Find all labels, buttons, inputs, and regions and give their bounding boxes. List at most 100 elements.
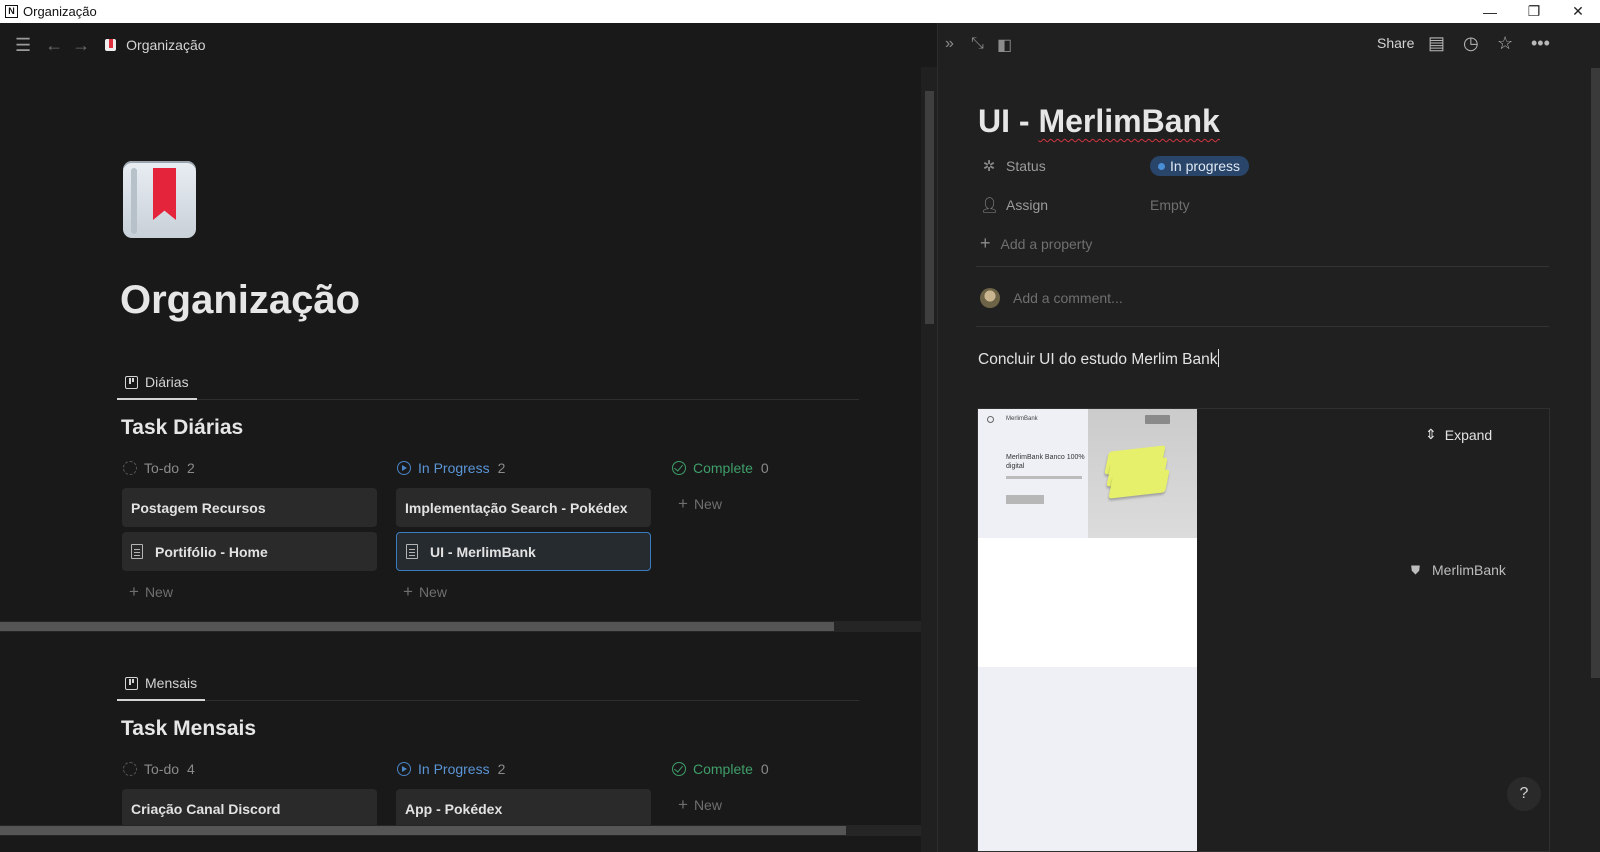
plus-icon: + (678, 795, 688, 814)
preview-login-button (1145, 415, 1170, 424)
plus-icon: + (678, 494, 688, 513)
column-label: To-do (144, 460, 180, 476)
doc-title[interactable]: UI - MerlimBank (978, 103, 1220, 140)
forward-arrow-icon[interactable]: → (72, 35, 90, 56)
column-count: 0 (760, 460, 769, 476)
new-label: New (693, 496, 722, 512)
expand-label: Expand (1444, 426, 1493, 443)
new-label: New (418, 584, 447, 600)
avatar (980, 288, 1000, 308)
doc-title-prefix: UI - (978, 103, 1039, 139)
page-doc-icon (131, 544, 143, 559)
open-full-page-icon[interactable]: ⤡ (971, 35, 984, 53)
board-horizontal-scrollbar[interactable] (0, 621, 921, 632)
column-header-complete: Complete 0 (672, 761, 769, 777)
main-page-pane: ☰ ← → Organização Organização Diárias Ta… (0, 23, 937, 852)
help-button[interactable]: ? (1507, 777, 1541, 811)
book-spine (131, 168, 137, 234)
tab-label: Mensais (145, 675, 198, 691)
tab-mensais[interactable]: Mensais (117, 667, 206, 701)
person-icon: 👤︎ (980, 197, 1000, 214)
page-emoji-icon[interactable] (123, 161, 196, 238)
expand-button[interactable]: ⇕ Expand (1425, 426, 1492, 443)
column-count: 0 (760, 761, 769, 777)
page-doc-icon (406, 544, 418, 559)
status-dot-icon (1158, 162, 1165, 170)
favorite-star-icon[interactable]: ☆ (1497, 33, 1513, 54)
preview-cards-illustration (1104, 445, 1170, 499)
scrollbar-thumb[interactable] (0, 826, 846, 835)
minimize-button[interactable]: — (1468, 0, 1512, 23)
tab-diarias[interactable]: Diárias (117, 366, 197, 400)
page-topbar: ☰ ← → Organização (0, 23, 937, 67)
new-card-button-in-progress[interactable]: + New (403, 582, 447, 602)
embed-block[interactable]: MerlimBank MerlimBank Banco 100% digital… (977, 408, 1550, 852)
comment-input[interactable]: Add a comment... (980, 288, 1123, 308)
assign-value[interactable]: Empty (1150, 197, 1190, 213)
history-clock-icon[interactable]: ◷ (1463, 33, 1479, 54)
page-vertical-scrollbar[interactable] (921, 67, 937, 852)
expand-chevrons-icon: ⇕ (1425, 426, 1437, 442)
window-titlebar: N Organização — ❐ ✕ (0, 0, 1600, 23)
book-page-icon (105, 39, 117, 51)
scrollbar-thumb[interactable] (0, 622, 834, 631)
column-header-complete: Complete 0 (672, 460, 769, 476)
page-body-text[interactable]: Concluir UI do estudo Merlim Bank (978, 349, 1219, 369)
column-label: Complete (693, 460, 753, 476)
board-card[interactable]: Portifólio - Home (122, 532, 377, 571)
column-header-todo: To-do 4 (123, 761, 195, 777)
status-badge[interactable]: In progress (1150, 156, 1250, 176)
new-card-button-complete[interactable]: + New (678, 494, 722, 514)
doc-title-word: MerlimBank (1038, 103, 1220, 139)
figma-logo-icon: ⛊ (1411, 562, 1421, 577)
breadcrumb[interactable]: Organização (126, 37, 205, 53)
board-view-icon (125, 375, 138, 389)
column-label: Complete (693, 761, 753, 777)
status-value: In progress (1170, 158, 1241, 174)
board-card[interactable]: Postagem Recursos (122, 488, 377, 527)
board-title[interactable]: Task Mensais (121, 717, 256, 741)
peek-vertical-scrollbar[interactable] (1591, 68, 1600, 678)
more-options-icon[interactable]: ••• (1531, 33, 1550, 54)
add-property-label: Add a property (1000, 235, 1093, 252)
peek-mode-icon[interactable]: ◧ (997, 35, 1012, 55)
help-label: ? (1519, 785, 1529, 802)
new-card-button-complete[interactable]: + New (678, 795, 722, 815)
plus-icon: + (980, 233, 991, 253)
board-card-selected[interactable]: UI - MerlimBank (396, 532, 651, 571)
column-count: 2 (497, 761, 506, 777)
back-arrow-icon[interactable]: ← (45, 35, 63, 56)
notion-app-icon: N (5, 5, 18, 18)
restore-button[interactable]: ❐ (1512, 0, 1556, 23)
embed-preview-image: MerlimBank MerlimBank Banco 100% digital (978, 409, 1197, 851)
board-title[interactable]: Task Diárias (121, 416, 243, 440)
property-name: Status (1006, 158, 1046, 174)
plus-icon: + (403, 582, 413, 601)
preview-subtext (1006, 476, 1082, 479)
embed-link[interactable]: ⛊ MerlimBank (1411, 562, 1506, 578)
comments-icon[interactable]: ▤ (1428, 33, 1445, 54)
scrollbar-thumb[interactable] (925, 91, 934, 324)
page-title[interactable]: Organização (120, 278, 360, 323)
view-tabs-mensais: Mensais (117, 667, 859, 701)
body-text: Concluir UI do estudo Merlim Bank (978, 351, 1218, 368)
board-view-icon (125, 676, 138, 690)
column-header-in-progress: In Progress 2 (397, 460, 505, 476)
close-button[interactable]: ✕ (1556, 0, 1600, 23)
preview-cta (1006, 495, 1044, 504)
board-card[interactable]: Implementação Search - Pokédex (396, 488, 651, 527)
board-card[interactable]: Criação Canal Discord (122, 789, 377, 828)
sidebar-menu-icon[interactable]: ☰ (15, 35, 31, 56)
add-property-button[interactable]: + Add a property (980, 233, 1092, 254)
property-assign[interactable]: 👤︎ Assign Empty (980, 193, 1500, 217)
new-card-button-todo[interactable]: + New (129, 582, 173, 602)
property-status[interactable]: ✲ Status In progress (980, 154, 1500, 178)
preview-headline: MerlimBank Banco 100% digital (1006, 454, 1085, 470)
column-header-in-progress: In Progress 2 (397, 761, 505, 777)
board-card[interactable]: App - Pokédex (396, 789, 651, 828)
column-header-todo: To-do 2 (123, 460, 195, 476)
close-peek-chevrons-icon[interactable]: » (945, 35, 954, 53)
column-label: To-do (144, 761, 180, 777)
board-horizontal-scrollbar[interactable] (0, 825, 921, 836)
share-button[interactable]: Share (1377, 35, 1414, 51)
